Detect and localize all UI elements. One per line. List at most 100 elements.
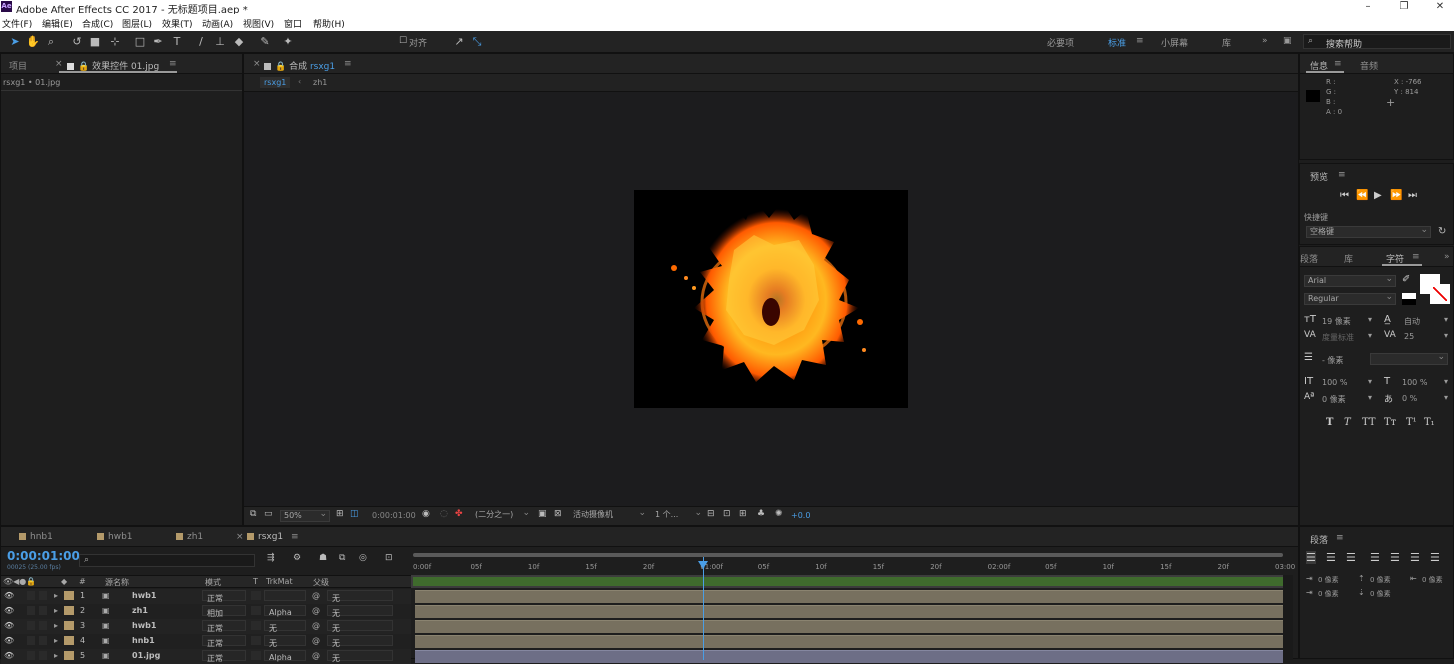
faux-bold-button[interactable]: T — [1326, 417, 1333, 428]
exposure-icon[interactable]: ✺ — [775, 509, 783, 519]
timeline-scrollbar[interactable] — [1283, 575, 1293, 660]
pen-tool-icon[interactable]: ✒ — [151, 34, 165, 49]
pick-whip-icon[interactable]: @ — [312, 621, 320, 630]
layer-row[interactable]: 👁 ▸ 3 ▣ hwb1 正常 无 @ 无 — [1, 619, 411, 634]
trkmat-dropdown[interactable]: 无 — [264, 620, 306, 633]
visibility-eye-icon[interactable]: 👁 — [4, 591, 14, 600]
last-frame-icon[interactable]: ⏭ — [1408, 190, 1417, 201]
faux-italic-button[interactable]: T — [1344, 417, 1351, 428]
audio-toggle[interactable] — [27, 621, 35, 630]
always-preview-icon[interactable]: ⧉ — [250, 509, 256, 519]
stroke-type-dropdown[interactable] — [1370, 353, 1448, 365]
indent-left-value[interactable]: 0 像素 — [1318, 575, 1339, 585]
snap-options-icon[interactable]: ⤡ — [470, 34, 484, 49]
camera-tool-icon[interactable]: ■ — [88, 34, 102, 49]
roto-brush-tool-icon[interactable]: ✎ — [258, 34, 272, 49]
baseline-shift-value[interactable]: 0 像素 — [1322, 394, 1346, 405]
flowchart-icon[interactable]: ♣ — [757, 509, 765, 519]
workspace-menu-icon[interactable]: ≡ — [1136, 36, 1144, 46]
timeline-icon[interactable]: ⊞ — [739, 509, 747, 519]
color-channel-icon[interactable]: ✤ — [455, 509, 463, 519]
crumb-rsxg1[interactable]: rsxg1 — [260, 77, 291, 88]
horizontal-scale-value[interactable]: 100 % — [1402, 378, 1427, 387]
align-center-icon[interactable]: ☰ — [1326, 551, 1336, 564]
font-style-dropdown[interactable]: Regular — [1304, 293, 1396, 305]
preserve-transparency-toggle[interactable] — [251, 621, 261, 630]
chevron-down-icon[interactable]: ▾ — [1368, 393, 1372, 402]
playhead-line[interactable] — [703, 557, 704, 660]
toggle-pixel-aspect-icon[interactable]: ⊟ — [707, 509, 715, 519]
preserve-transparency-toggle[interactable] — [251, 591, 261, 600]
tracking-value[interactable]: 25 — [1404, 332, 1414, 341]
workspace-more-icon[interactable]: » — [1262, 36, 1268, 46]
label-color-swatch[interactable] — [64, 591, 74, 600]
panel-menu-icon[interactable]: ≡ — [1334, 59, 1342, 69]
vertical-scale-value[interactable]: 100 % — [1322, 378, 1347, 387]
trkmat-dropdown[interactable]: Alpha — [264, 605, 306, 617]
layer-name[interactable]: zh1 — [132, 606, 148, 615]
expand-triangle-icon[interactable]: ▸ — [54, 606, 58, 615]
chevron-down-icon[interactable]: ▾ — [1368, 331, 1372, 340]
indent-right-value[interactable]: 0 像素 — [1422, 575, 1443, 585]
swap-colors-icon[interactable] — [1402, 293, 1416, 305]
parent-dropdown[interactable]: 无 — [327, 605, 393, 618]
eyedropper-icon[interactable]: ✐ — [1402, 274, 1410, 285]
chevron-down-icon[interactable]: ▾ — [1444, 331, 1448, 340]
pick-whip-icon[interactable]: @ — [312, 606, 320, 615]
transparency-grid-icon[interactable]: ⊠ — [554, 509, 562, 519]
visibility-eye-icon[interactable]: 👁 — [4, 636, 14, 645]
align-checkbox[interactable]: ☐ — [396, 34, 410, 49]
menu-view[interactable]: 视图(V) — [243, 17, 274, 30]
parent-dropdown[interactable]: 无 — [327, 635, 393, 648]
space-before-value[interactable]: 0 像素 — [1370, 575, 1391, 585]
pick-whip-icon[interactable]: @ — [312, 636, 320, 645]
camera-dropdown[interactable]: 活动摄像机 — [570, 510, 648, 522]
fast-previews-icon[interactable]: ⊡ — [723, 509, 731, 519]
preserve-transparency-toggle[interactable] — [251, 636, 261, 645]
exposure-value[interactable]: +0.0 — [791, 511, 810, 520]
eraser-tool-icon[interactable]: ◆ — [232, 34, 246, 49]
puppet-tool-icon[interactable]: ✦ — [281, 34, 295, 49]
chevron-down-icon[interactable]: ▾ — [1368, 315, 1372, 324]
tab-library[interactable]: 库 — [1344, 252, 1353, 265]
search-help-field[interactable]: ⌕ 搜索帮助 — [1303, 34, 1451, 50]
menu-edit[interactable]: 编辑(E) — [42, 17, 73, 30]
subscript-button[interactable]: T₁ — [1424, 417, 1435, 428]
grid-icon[interactable]: ⊞ — [336, 509, 344, 519]
reset-icon[interactable]: ↻ — [1438, 226, 1446, 237]
parent-dropdown[interactable]: 无 — [327, 650, 393, 663]
rotate-tool-icon[interactable]: ↺ — [70, 34, 84, 49]
type-tool-icon[interactable]: T — [170, 34, 184, 49]
work-area-bar[interactable] — [413, 553, 1283, 557]
solo-toggle[interactable] — [39, 621, 47, 630]
layer-duration-bar[interactable] — [415, 605, 1283, 618]
restore-icon[interactable]: ❐ — [1394, 0, 1414, 14]
tsume-value[interactable]: 0 % — [1402, 394, 1417, 403]
preserve-transparency-toggle[interactable] — [251, 606, 261, 615]
justify-all-icon[interactable]: ☰ — [1430, 551, 1440, 564]
close-icon[interactable]: × — [253, 59, 261, 69]
menu-help[interactable]: 帮助(H) — [313, 17, 345, 30]
clone-stamp-tool-icon[interactable]: ⊥ — [213, 34, 227, 49]
parent-dropdown[interactable]: 无 — [327, 590, 393, 603]
audio-toggle[interactable] — [27, 636, 35, 645]
close-icon[interactable]: × — [236, 532, 244, 542]
zoom-dropdown[interactable]: 50% — [280, 510, 330, 522]
layer-name[interactable]: hwb1 — [132, 591, 156, 600]
panel-menu-icon[interactable]: ≡ — [1338, 170, 1346, 180]
blend-mode-dropdown[interactable]: 正常 — [202, 635, 246, 648]
menu-file[interactable]: 文件(F) — [2, 17, 32, 30]
visibility-eye-icon[interactable]: 👁 — [4, 606, 14, 615]
solo-toggle[interactable] — [39, 606, 47, 615]
layer-duration-bar[interactable] — [415, 650, 1283, 663]
layer-row[interactable]: 👁 ▸ 5 ▣ 01.jpg 正常 Alpha @ 无 — [1, 649, 411, 664]
col-source-name[interactable]: 源名称 — [105, 577, 129, 588]
mask-visibility-icon[interactable]: ◫ — [350, 509, 359, 519]
more-icon[interactable]: » — [1444, 252, 1450, 262]
chevron-down-icon[interactable]: ▾ — [1444, 377, 1448, 386]
tab-composition[interactable]: 🔒 合成 rsxg1 — [264, 59, 335, 72]
timeline-search-input[interactable]: ⌕ — [79, 554, 255, 567]
stroke-width-value[interactable]: - 像素 — [1322, 355, 1343, 366]
justify-right-icon[interactable]: ☰ — [1410, 551, 1420, 564]
col-mode[interactable]: 模式 — [205, 577, 221, 588]
